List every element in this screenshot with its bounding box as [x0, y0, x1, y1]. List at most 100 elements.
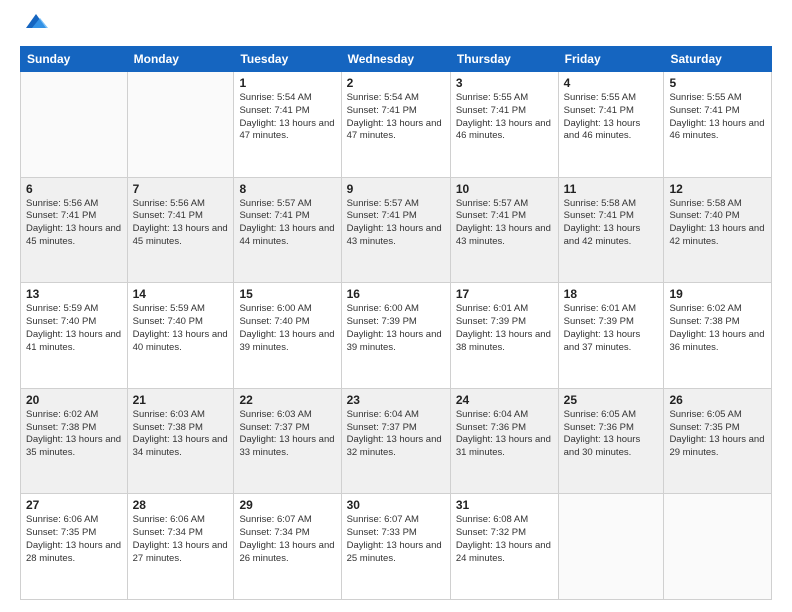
day-info: Sunrise: 6:06 AM Sunset: 7:35 PM Dayligh… [26, 514, 122, 565]
calendar-week-row: 27Sunrise: 6:06 AM Sunset: 7:35 PM Dayli… [21, 494, 772, 600]
weekday-header-saturday: Saturday [664, 47, 772, 72]
calendar-week-row: 20 Sunrise: 6:02 AM Sunset: 7:38 PM Dayli… [21, 388, 772, 494]
day-info: Sunrise: 6:06 AM Sunset: 7:34 PM Dayligh… [133, 514, 229, 565]
calendar-cell: 17 Sunrise: 6:01 AM Sunset: 7:39 PM Dayli… [450, 283, 558, 389]
weekday-header-thursday: Thursday [450, 47, 558, 72]
day-info: Sunrise: 5:55 AM Sunset: 7:41 PM Dayligh… [669, 92, 766, 143]
calendar-cell [21, 72, 128, 178]
calendar-cell: 22 Sunrise: 6:03 AM Sunset: 7:37 PM Dayli… [234, 388, 341, 494]
day-info: Sunrise: 6:07 AM Sunset: 7:33 PM Dayligh… [347, 514, 445, 565]
day-info: Sunrise: 5:54 AM Sunset: 7:41 PM Dayligh… [239, 92, 335, 143]
calendar-cell: 11Sunrise: 5:58 AM Sunset: 7:41 PM Dayli… [558, 177, 664, 283]
calendar-cell: 15 Sunrise: 6:00 AM Sunset: 7:40 PM Dayli… [234, 283, 341, 389]
day-number: 7 [133, 182, 229, 196]
day-number: 25 [564, 393, 659, 407]
day-info: Sunrise: 5:54 AM Sunset: 7:41 PM Dayligh… [347, 92, 445, 143]
calendar-body: 1 Sunrise: 5:54 AM Sunset: 7:41 PM Daylig… [21, 72, 772, 600]
header [20, 16, 772, 36]
day-info: Sunrise: 5:57 AM Sunset: 7:41 PM Dayligh… [239, 198, 335, 249]
day-number: 21 [133, 393, 229, 407]
day-number: 15 [239, 287, 335, 301]
day-info: Sunrise: 5:58 AM Sunset: 7:40 PM Dayligh… [669, 198, 766, 249]
day-number: 28 [133, 498, 229, 512]
day-number: 29 [239, 498, 335, 512]
logo [20, 16, 50, 36]
calendar-cell: 26 Sunrise: 6:05 AM Sunset: 7:35 PM Dayli… [664, 388, 772, 494]
day-number: 1 [239, 76, 335, 90]
day-info: Sunrise: 6:05 AM Sunset: 7:36 PM Dayligh… [564, 409, 659, 460]
day-number: 13 [26, 287, 122, 301]
calendar-cell: 13 Sunrise: 5:59 AM Sunset: 7:40 PM Dayli… [21, 283, 128, 389]
calendar-cell: 2 Sunrise: 5:54 AM Sunset: 7:41 PM Daylig… [341, 72, 450, 178]
calendar-cell: 19 Sunrise: 6:02 AM Sunset: 7:38 PM Dayli… [664, 283, 772, 389]
day-number: 18 [564, 287, 659, 301]
day-info: Sunrise: 6:02 AM Sunset: 7:38 PM Dayligh… [26, 409, 122, 460]
day-info: Sunrise: 5:59 AM Sunset: 7:40 PM Dayligh… [133, 303, 229, 354]
day-info: Sunrise: 6:02 AM Sunset: 7:38 PM Dayligh… [669, 303, 766, 354]
calendar-cell: 6Sunrise: 5:56 AM Sunset: 7:41 PM Daylig… [21, 177, 128, 283]
calendar-week-row: 6Sunrise: 5:56 AM Sunset: 7:41 PM Daylig… [21, 177, 772, 283]
day-info: Sunrise: 6:01 AM Sunset: 7:39 PM Dayligh… [456, 303, 553, 354]
day-number: 10 [456, 182, 553, 196]
day-info: Sunrise: 6:03 AM Sunset: 7:38 PM Dayligh… [133, 409, 229, 460]
day-number: 16 [347, 287, 445, 301]
day-number: 22 [239, 393, 335, 407]
calendar-cell: 16Sunrise: 6:00 AM Sunset: 7:39 PM Dayli… [341, 283, 450, 389]
day-info: Sunrise: 6:01 AM Sunset: 7:39 PM Dayligh… [564, 303, 659, 354]
day-info: Sunrise: 5:57 AM Sunset: 7:41 PM Dayligh… [347, 198, 445, 249]
calendar-header-row: SundayMondayTuesdayWednesdayThursdayFrid… [21, 47, 772, 72]
day-number: 17 [456, 287, 553, 301]
weekday-header-tuesday: Tuesday [234, 47, 341, 72]
day-number: 5 [669, 76, 766, 90]
day-number: 19 [669, 287, 766, 301]
calendar-cell: 24Sunrise: 6:04 AM Sunset: 7:36 PM Dayli… [450, 388, 558, 494]
day-info: Sunrise: 6:03 AM Sunset: 7:37 PM Dayligh… [239, 409, 335, 460]
day-number: 26 [669, 393, 766, 407]
day-number: 24 [456, 393, 553, 407]
day-info: Sunrise: 6:00 AM Sunset: 7:40 PM Dayligh… [239, 303, 335, 354]
calendar-cell [558, 494, 664, 600]
day-number: 23 [347, 393, 445, 407]
calendar-cell: 4Sunrise: 5:55 AM Sunset: 7:41 PM Daylig… [558, 72, 664, 178]
day-info: Sunrise: 5:58 AM Sunset: 7:41 PM Dayligh… [564, 198, 659, 249]
calendar-cell: 9 Sunrise: 5:57 AM Sunset: 7:41 PM Daylig… [341, 177, 450, 283]
day-number: 9 [347, 182, 445, 196]
calendar-week-row: 1 Sunrise: 5:54 AM Sunset: 7:41 PM Daylig… [21, 72, 772, 178]
calendar-cell: 3 Sunrise: 5:55 AM Sunset: 7:41 PM Daylig… [450, 72, 558, 178]
weekday-header-wednesday: Wednesday [341, 47, 450, 72]
day-number: 8 [239, 182, 335, 196]
calendar-cell: 1 Sunrise: 5:54 AM Sunset: 7:41 PM Daylig… [234, 72, 341, 178]
calendar-cell: 28 Sunrise: 6:06 AM Sunset: 7:34 PM Dayli… [127, 494, 234, 600]
day-number: 3 [456, 76, 553, 90]
calendar-cell: 8 Sunrise: 5:57 AM Sunset: 7:41 PM Daylig… [234, 177, 341, 283]
day-info: Sunrise: 5:59 AM Sunset: 7:40 PM Dayligh… [26, 303, 122, 354]
calendar-cell: 12 Sunrise: 5:58 AM Sunset: 7:40 PM Dayli… [664, 177, 772, 283]
weekday-header-friday: Friday [558, 47, 664, 72]
calendar-cell: 20 Sunrise: 6:02 AM Sunset: 7:38 PM Dayli… [21, 388, 128, 494]
day-info: Sunrise: 5:56 AM Sunset: 7:41 PM Dayligh… [26, 198, 122, 249]
calendar-cell: 7 Sunrise: 5:56 AM Sunset: 7:41 PM Daylig… [127, 177, 234, 283]
page: SundayMondayTuesdayWednesdayThursdayFrid… [0, 0, 792, 612]
day-number: 2 [347, 76, 445, 90]
calendar-cell: 14Sunrise: 5:59 AM Sunset: 7:40 PM Dayli… [127, 283, 234, 389]
calendar-cell: 31Sunrise: 6:08 AM Sunset: 7:32 PM Dayli… [450, 494, 558, 600]
weekday-header-monday: Monday [127, 47, 234, 72]
day-info: Sunrise: 5:56 AM Sunset: 7:41 PM Dayligh… [133, 198, 229, 249]
calendar-cell [664, 494, 772, 600]
calendar-cell: 5 Sunrise: 5:55 AM Sunset: 7:41 PM Daylig… [664, 72, 772, 178]
day-number: 31 [456, 498, 553, 512]
calendar-cell: 25 Sunrise: 6:05 AM Sunset: 7:36 PM Dayli… [558, 388, 664, 494]
calendar-cell: 21 Sunrise: 6:03 AM Sunset: 7:38 PM Dayli… [127, 388, 234, 494]
day-info: Sunrise: 5:57 AM Sunset: 7:41 PM Dayligh… [456, 198, 553, 249]
day-info: Sunrise: 6:07 AM Sunset: 7:34 PM Dayligh… [239, 514, 335, 565]
calendar-cell: 30Sunrise: 6:07 AM Sunset: 7:33 PM Dayli… [341, 494, 450, 600]
calendar-week-row: 13 Sunrise: 5:59 AM Sunset: 7:40 PM Dayli… [21, 283, 772, 389]
day-number: 4 [564, 76, 659, 90]
day-info: Sunrise: 5:55 AM Sunset: 7:41 PM Dayligh… [456, 92, 553, 143]
calendar-cell: 18 Sunrise: 6:01 AM Sunset: 7:39 PM Dayli… [558, 283, 664, 389]
calendar-table: SundayMondayTuesdayWednesdayThursdayFrid… [20, 46, 772, 600]
day-number: 20 [26, 393, 122, 407]
day-info: Sunrise: 6:05 AM Sunset: 7:35 PM Dayligh… [669, 409, 766, 460]
calendar-cell: 10 Sunrise: 5:57 AM Sunset: 7:41 PM Dayli… [450, 177, 558, 283]
day-number: 12 [669, 182, 766, 196]
